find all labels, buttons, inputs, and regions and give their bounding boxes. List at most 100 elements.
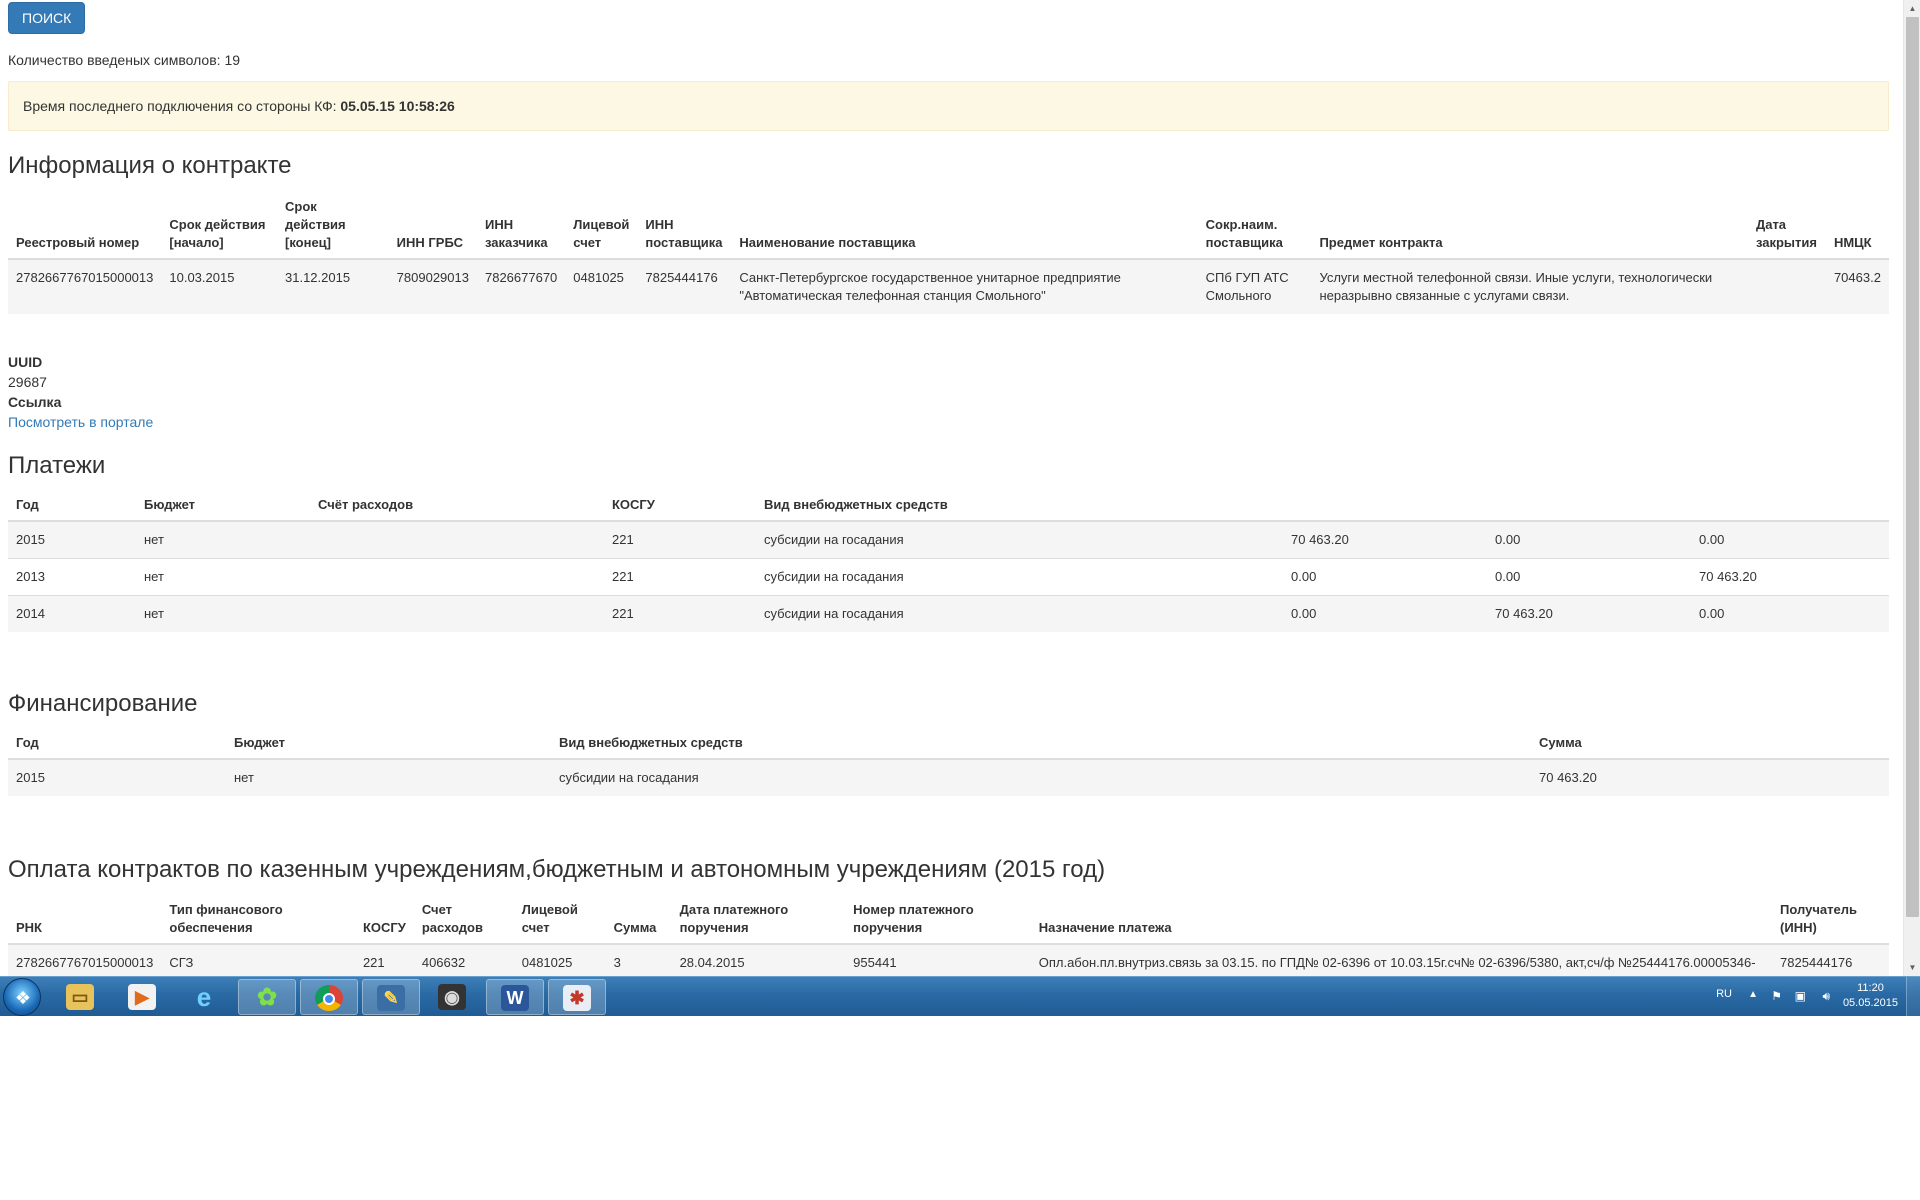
col-sum: Сумма bbox=[1531, 728, 1889, 760]
table-row: 2013 нет 221 субсидии на госадания 0.00 … bbox=[8, 558, 1889, 596]
cell-kosgu: 221 bbox=[604, 520, 756, 559]
cell-registry-number: 2782667767015000013 bbox=[8, 258, 162, 314]
cell-expense-account bbox=[310, 595, 604, 632]
col-amount-1 bbox=[1283, 490, 1487, 522]
clock[interactable]: 11:20 05.05.2015 bbox=[1843, 981, 1898, 1011]
cell-amount-1: 0.00 bbox=[1283, 595, 1487, 632]
portal-link[interactable]: Посмотреть в портале bbox=[8, 414, 153, 430]
col-supplier-name: Наименование поставщика bbox=[731, 192, 1198, 260]
scroll-up-icon[interactable]: ▲ bbox=[1904, 0, 1920, 17]
taskbar-explorer[interactable]: ▭ bbox=[52, 979, 110, 1015]
payment-orders-header-row: РНК Тип финансового обеспечения КОСГУ Сч… bbox=[8, 895, 1889, 945]
cell-expense-account bbox=[310, 558, 604, 596]
taskbar-chrome[interactable] bbox=[300, 979, 358, 1015]
col-finance-type: Тип финансового обеспечения bbox=[161, 895, 355, 945]
clock-time: 11:20 bbox=[1857, 982, 1884, 994]
taskbar-icq[interactable]: ✿ bbox=[238, 979, 296, 1015]
vertical-scrollbar[interactable]: ▲ ▼ bbox=[1903, 0, 1920, 976]
col-nmck: НМЦК bbox=[1825, 192, 1889, 260]
cell-extrabudget-type: субсидии на госадания bbox=[756, 558, 1283, 596]
cell-expense-account bbox=[310, 520, 604, 559]
col-payment-purpose: Назначение платежа bbox=[1030, 895, 1773, 945]
cell-extrabudget-type: субсидии на госадания bbox=[756, 520, 1283, 559]
col-end-date: Срок действия [конец] bbox=[277, 192, 389, 260]
table-row: 2782667767015000013 10.03.2015 31.12.201… bbox=[8, 258, 1889, 314]
taskbar-notepad[interactable]: ✎ bbox=[362, 979, 420, 1015]
clock-date: 05.05.2015 bbox=[1842, 997, 1898, 1009]
cell-end-date: 31.12.2015 bbox=[277, 258, 389, 314]
page-content: ПОИСК Количество введеных символов: 19 В… bbox=[8, 2, 1889, 976]
col-account: Лицевой счет bbox=[565, 192, 638, 260]
scrollbar-thumb[interactable] bbox=[1906, 17, 1919, 917]
cell-budget: нет bbox=[136, 595, 310, 632]
cell-extrabudget-type: субсидии на госадания bbox=[551, 758, 1531, 796]
taskbar-word[interactable]: W bbox=[486, 979, 544, 1015]
cell-order-number: 955441 bbox=[845, 943, 1031, 976]
col-order-date: Дата платежного поручения bbox=[671, 895, 846, 945]
paint-palette-icon: ✱ bbox=[563, 985, 591, 1011]
financing-header-row: Год Бюджет Вид внебюджетных средств Сумм… bbox=[8, 728, 1889, 760]
uuid-label: UUID bbox=[8, 354, 43, 370]
table-row: 2014 нет 221 субсидии на госадания 0.00 … bbox=[8, 595, 1889, 632]
cell-sum: 3 399,65 bbox=[605, 943, 672, 976]
cell-close-date bbox=[1747, 258, 1826, 314]
search-button[interactable]: ПОИСК bbox=[8, 2, 86, 34]
cell-amount-2: 0.00 bbox=[1487, 520, 1691, 559]
volume-icon[interactable]: 🔊︎ bbox=[1822, 989, 1830, 1004]
contract-meta: UUID 29687 Ссылка Посмотреть в портале bbox=[8, 352, 153, 432]
cell-year: 2013 bbox=[8, 558, 136, 596]
taskbar-internet-explorer[interactable]: e bbox=[176, 979, 234, 1015]
financing-title: Финансирование bbox=[8, 690, 198, 717]
col-rnk: РНК bbox=[8, 895, 162, 945]
cell-inn-customer: 7826677670 bbox=[476, 258, 566, 314]
contract-header-row: Реестровый номер Срок действия [начало] … bbox=[8, 192, 1889, 260]
col-expense-account: Счёт расходов bbox=[310, 490, 604, 522]
taskbar-camera[interactable]: ◉ bbox=[424, 979, 482, 1015]
cell-recipient: 7825444176 bbox=[1772, 943, 1889, 976]
cell-kosgu: 221 bbox=[604, 558, 756, 596]
last-connection-label: Время последнего подключения со стороны … bbox=[23, 98, 337, 114]
last-connection-alert: Время последнего подключения со стороны … bbox=[8, 81, 1889, 131]
cell-order-date: 28.04.2015 bbox=[671, 943, 846, 976]
contract-table: Реестровый номер Срок действия [начало] … bbox=[8, 192, 1889, 314]
cell-start-date: 10.03.2015 bbox=[161, 258, 277, 314]
contract-info-title: Информация о контракте bbox=[8, 152, 292, 179]
cell-inn-supplier: 7825444176 bbox=[637, 258, 732, 314]
col-inn-grbs: ИНН ГРБС bbox=[388, 192, 477, 260]
cell-year: 2015 bbox=[8, 758, 226, 796]
chrome-icon bbox=[315, 985, 343, 1011]
cell-budget: нет bbox=[226, 758, 551, 796]
col-sum: Сумма bbox=[605, 895, 672, 945]
financing-table: Год Бюджет Вид внебюджетных средств Сумм… bbox=[8, 728, 1889, 796]
payment-orders-title: Оплата контрактов по казенным учреждения… bbox=[8, 856, 1106, 883]
cell-amount-3: 70 463.20 bbox=[1691, 558, 1889, 596]
cell-year: 2015 bbox=[8, 520, 136, 559]
link-label: Ссылка bbox=[8, 394, 62, 410]
char-count-text: Количество введеных символов: 19 bbox=[8, 52, 241, 68]
taskbar-paint[interactable]: ✱ bbox=[548, 979, 606, 1015]
cell-extrabudget-type: субсидии на госадания bbox=[756, 595, 1283, 632]
network-icon[interactable]: ▣ bbox=[1795, 989, 1806, 1003]
col-inn-customer: ИНН заказчика bbox=[476, 192, 566, 260]
language-indicator[interactable]: RU bbox=[1716, 988, 1732, 1000]
cell-expense-account: 406632 bbox=[413, 943, 514, 976]
cell-account: 0481025 bbox=[565, 258, 638, 314]
table-row: 2782667767015000013 СГЗ 221 406632 04810… bbox=[8, 943, 1889, 976]
cell-amount-3: 0.00 bbox=[1691, 520, 1889, 559]
uuid-value: 29687 bbox=[8, 374, 47, 390]
folder-icon: ▭ bbox=[66, 984, 94, 1010]
cell-kosgu: 221 bbox=[354, 943, 414, 976]
cell-amount-3: 0.00 bbox=[1691, 595, 1889, 632]
taskbar-media-player[interactable]: ▶ bbox=[114, 979, 172, 1015]
show-desktop-button[interactable] bbox=[1906, 977, 1920, 1017]
media-player-icon: ▶ bbox=[128, 984, 156, 1010]
cell-finance-type: СГЗ bbox=[161, 943, 355, 976]
col-close-date: Дата закрытия bbox=[1747, 192, 1826, 260]
col-order-number: Номер платежного поручения bbox=[845, 895, 1031, 945]
action-center-flag-icon[interactable]: ⚑ bbox=[1771, 989, 1782, 1003]
show-hidden-icons-icon[interactable]: ▲ bbox=[1748, 989, 1758, 1000]
col-amount-2 bbox=[1487, 490, 1691, 522]
col-supplier-short: Сокр.наим. поставщика bbox=[1197, 192, 1312, 260]
scroll-down-icon[interactable]: ▼ bbox=[1904, 959, 1920, 976]
start-button[interactable]: ❖ bbox=[3, 978, 41, 1016]
